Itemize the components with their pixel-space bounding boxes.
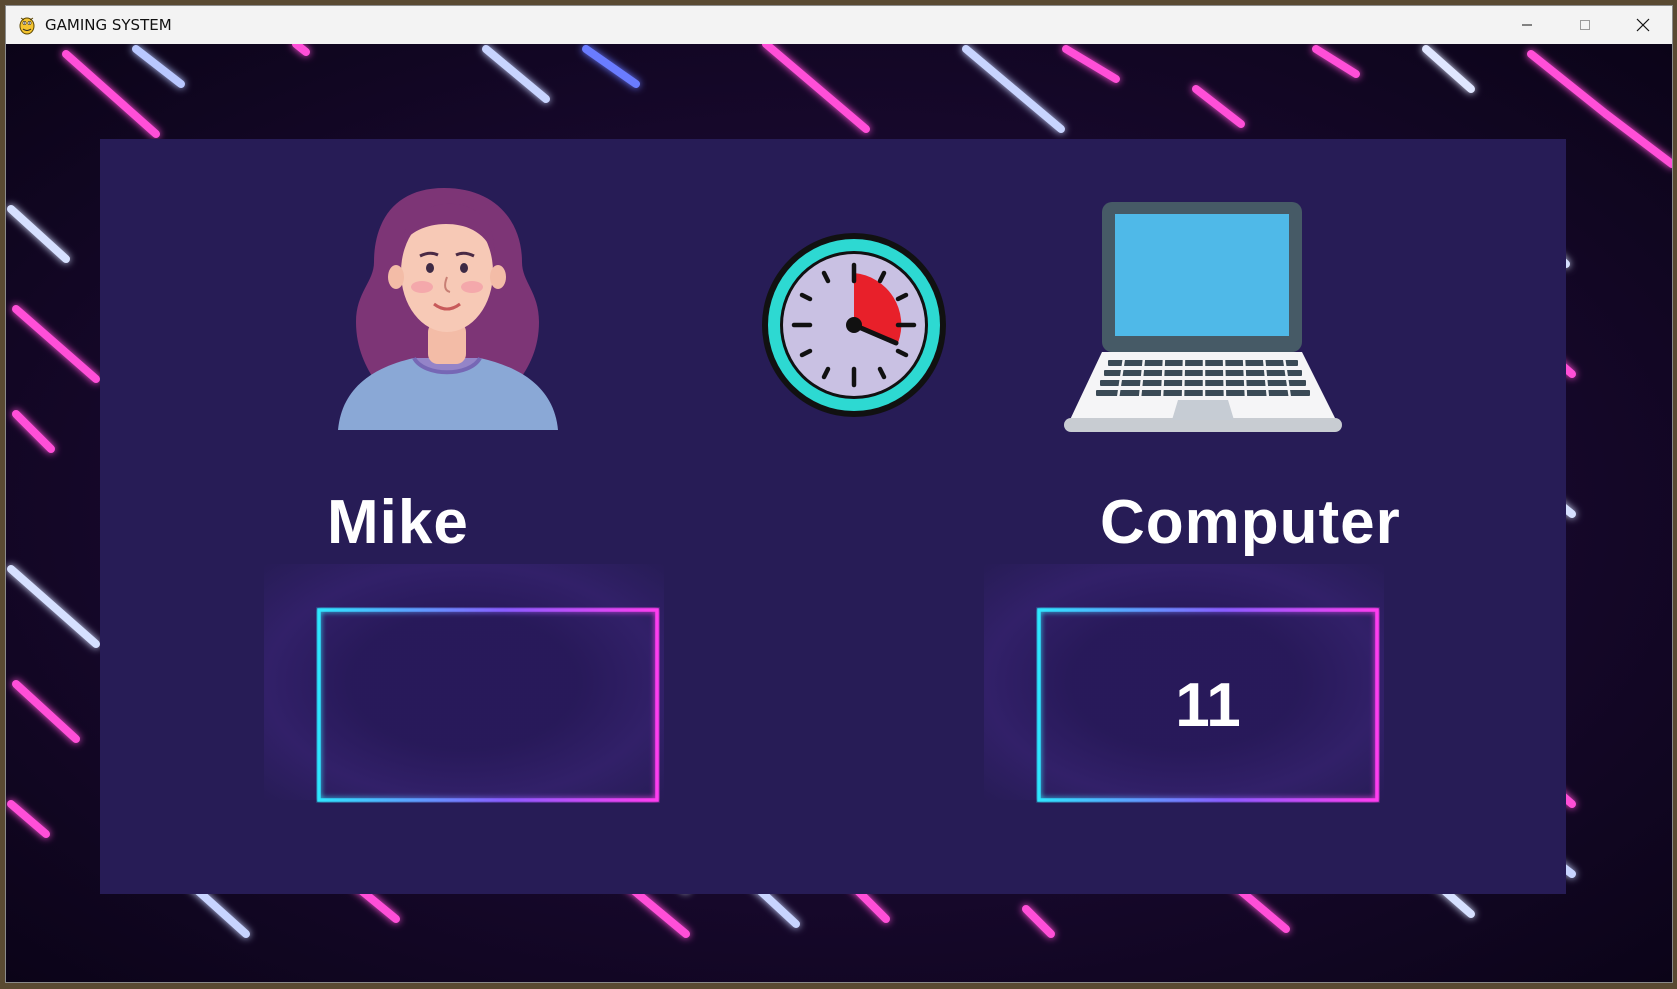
minimize-button[interactable] [1498,6,1556,44]
window-title: GAMING SYSTEM [45,16,172,34]
score-box-right: 11 [1036,607,1380,803]
score-value-left [316,607,660,803]
game-panel: Mike Computer 11 [100,139,1566,894]
stopwatch-icon [762,233,946,417]
maximize-icon [1580,20,1590,30]
score-value-right: 11 [1175,670,1241,740]
score-box-left [316,607,660,803]
window-controls [1498,6,1672,44]
woman-avatar [338,188,558,430]
maximize-button[interactable] [1556,6,1614,44]
close-button[interactable] [1614,6,1672,44]
laptop-icon [1064,202,1342,432]
player-name-left: Mike [327,488,469,557]
pygame-snake-icon [19,17,35,35]
title-bar[interactable]: GAMING SYSTEM [6,6,1672,45]
game-window: GAMING SYSTEM Mike Computer 11 [6,6,1672,982]
minimize-icon [1522,24,1532,26]
player-name-right: Computer [1100,488,1401,557]
game-canvas[interactable]: Mike Computer 11 [6,44,1672,982]
close-icon [1636,18,1650,32]
